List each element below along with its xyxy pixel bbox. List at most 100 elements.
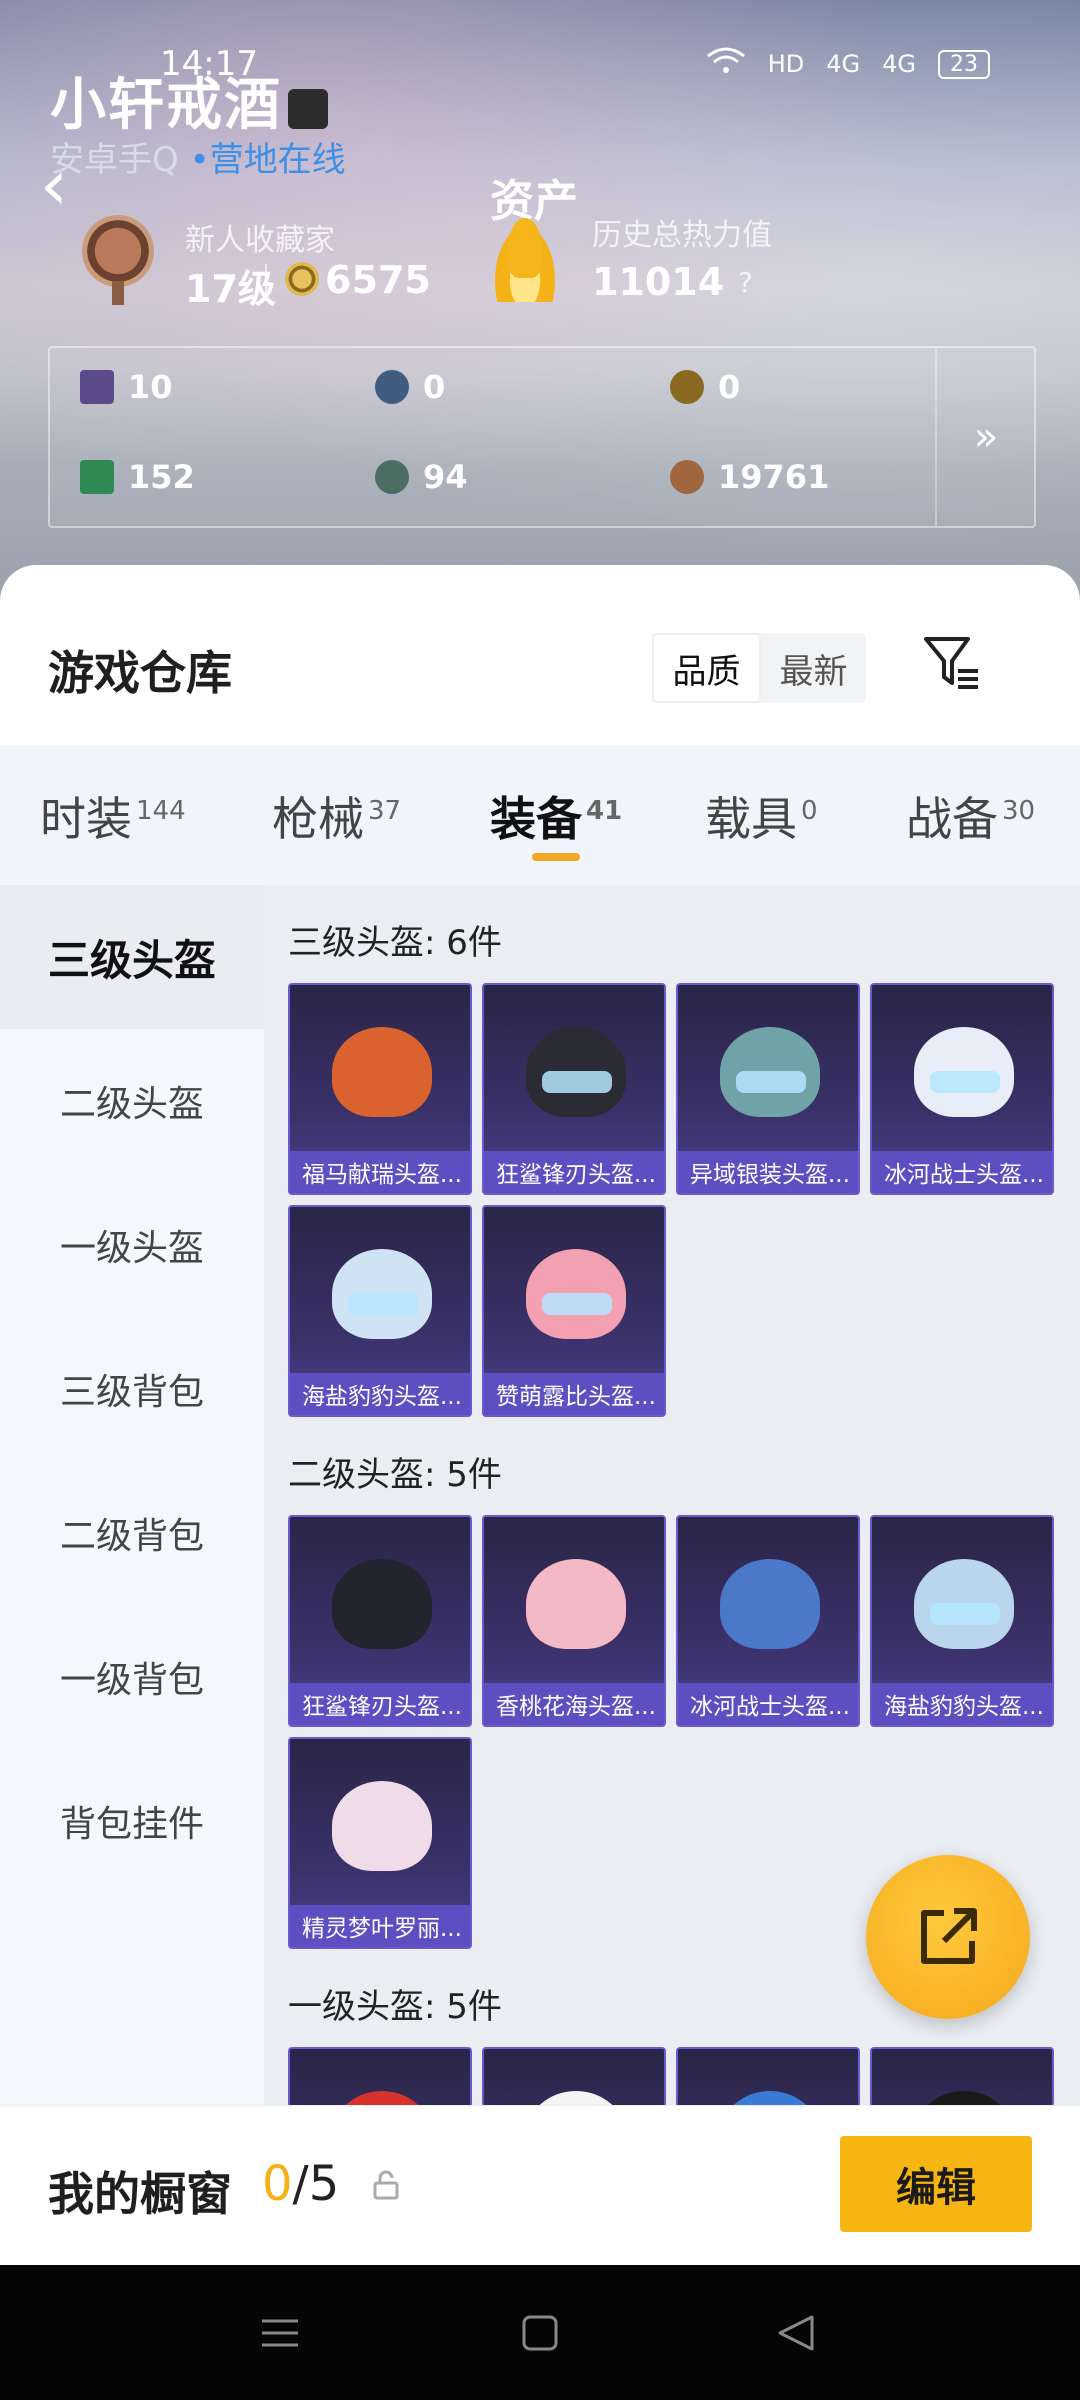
heat-label: 历史总热力值 [592,218,772,253]
item-card[interactable]: 冰河战士头盔... [870,983,1054,1195]
tab-gear[interactable]: 战备 30 [906,783,1035,849]
stat-value: 94 [423,458,468,496]
warehouse-title: 游戏仓库 [48,646,232,700]
showcase-total: /5 [292,2156,340,2212]
item-name: 狂鲨锋刃头盔... [484,1151,664,1193]
flame-icon [490,218,560,302]
side-item-backpack-pendant[interactable]: 背包挂件 [0,1749,264,1893]
coin-icon [285,262,319,296]
stat-item[interactable]: 152 [80,458,195,496]
item-name: 赞萌露比头盔... [484,1373,664,1415]
stat-value: 10 [128,368,173,406]
stat-item[interactable]: 19761 [670,458,829,496]
edit-button[interactable]: 编辑 [840,2136,1032,2232]
item-card[interactable]: 海盐豹豹头盔... [288,1205,472,1417]
stat-value: 19761 [718,458,830,496]
tab-count: 30 [1002,795,1036,826]
asset-stats-panel: 10 0 0 152 94 19761 » [48,346,1036,528]
helmet-icon [332,1781,432,1871]
stat-item[interactable]: 0 [375,368,445,406]
item-name: 福马献瑞头盔... [290,1151,470,1193]
item-name: 海盐豹豹头盔... [290,1373,470,1415]
visor-icon [542,1293,612,1315]
lock-icon [372,2170,400,2207]
profile-header: 14:17 HD 4G 4G 23 小轩戒酒 安卓手Q •营地在线 ‹ 资产 新… [0,0,1080,600]
showcase-current: 0 [262,2156,293,2212]
visor-icon [930,1071,1000,1093]
tab-equipment[interactable]: 装备 41 [490,783,622,849]
side-item-level2-helmet[interactable]: 二级头盔 [0,1029,264,1173]
stat-item[interactable]: 94 [375,458,468,496]
battery-icon: 23 [938,49,990,79]
item-name: 冰河战士头盔... [678,1683,858,1725]
helmet-icon [526,1559,626,1649]
helmet-icon [332,2091,432,2105]
share-icon [921,1908,977,1964]
tab-weapons[interactable]: 枪械 37 [272,783,401,849]
item-card[interactable] [676,2047,860,2105]
item-card[interactable]: 海盐豹豹头盔... [870,1515,1054,1727]
item-card[interactable]: 赞萌露比头盔... [482,1205,666,1417]
item-name: 海盐豹豹头盔... [872,1683,1052,1725]
green-coin-icon [375,460,409,494]
item-card[interactable]: 福马献瑞头盔... [288,983,472,1195]
collector-level: 17级 [185,267,276,311]
visor-icon [930,1603,1000,1625]
side-item-level3-backpack[interactable]: 三级背包 [0,1317,264,1461]
tab-count: 37 [368,795,402,826]
menu-nav-icon[interactable] [256,2311,304,2355]
name-badge-icon [288,89,328,130]
side-menu: 三级头盔 二级头盔 一级头盔 三级背包 二级背包 一级背包 背包挂件 [0,885,264,2105]
item-card[interactable]: 冰河战士头盔... [676,1515,860,1727]
sort-latest-button[interactable]: 最新 [761,633,866,703]
sort-quality-button[interactable]: 品质 [652,633,761,703]
username: 小轩戒酒 [50,60,328,141]
category-tabs: 时装 144 枪械 37 装备 41 载具 0 战备 30 [0,745,1080,885]
item-card[interactable]: 精灵梦叶罗丽... [288,1737,472,1949]
tab-label: 装备 [490,792,582,846]
back-nav-icon[interactable] [772,2311,820,2355]
tab-vehicles[interactable]: 载具 0 [705,783,818,849]
help-icon[interactable]: ? [738,266,753,299]
item-name: 狂鲨锋刃头盔... [290,1683,470,1725]
item-card[interactable]: 异域银装头盔... [676,983,860,1195]
item-card[interactable]: 香桃花海头盔... [482,1515,666,1727]
side-item-level1-backpack[interactable]: 一级背包 [0,1605,264,1749]
collector-title: 新人收藏家 [185,223,335,258]
side-item-level2-backpack[interactable]: 二级背包 [0,1461,264,1605]
tab-count: 0 [801,795,818,826]
badge-a-icon [670,370,704,404]
side-item-level1-helmet[interactable]: 一级头盔 [0,1173,264,1317]
item-card[interactable]: 狂鲨锋刃头盔... [288,1515,472,1727]
item-card[interactable] [288,2047,472,2105]
share-button[interactable] [866,1855,1030,2019]
status-icons: HD 4G 4G 23 [706,46,990,82]
home-nav-icon[interactable] [516,2311,564,2355]
tab-label: 枪械 [272,792,364,846]
section-title: 三级头盔: 6件 [288,923,502,963]
signal-4g-icon: 4G [826,50,861,78]
stat-value: 0 [718,368,741,406]
helmet-icon [332,1027,432,1117]
side-item-level3-helmet[interactable]: 三级头盔 [0,885,264,1029]
filter-icon[interactable] [922,633,982,693]
showcase-label: 我的橱窗 [48,2167,232,2221]
stat-item[interactable]: 10 [80,368,173,406]
tab-label: 战备 [906,792,998,846]
back-button[interactable]: ‹ [40,150,68,220]
tab-label: 载具 [705,792,797,846]
collector-medal-icon [82,215,154,305]
tab-fashion[interactable]: 时装 144 [40,783,186,849]
item-card[interactable]: 狂鲨锋刃头盔... [482,983,666,1195]
hd-icon: HD [767,50,805,78]
stats-more-button[interactable]: » [935,348,1035,526]
online-dot-icon: • [189,140,210,180]
item-card[interactable] [482,2047,666,2105]
item-name: 冰河战士头盔... [872,1151,1052,1193]
item-card[interactable] [870,2047,1054,2105]
bronze-coin-icon [670,460,704,494]
online-status: 营地在线 [209,140,346,180]
tab-count: 41 [586,795,623,826]
tab-count: 144 [136,795,186,826]
stat-item[interactable]: 0 [670,368,740,406]
